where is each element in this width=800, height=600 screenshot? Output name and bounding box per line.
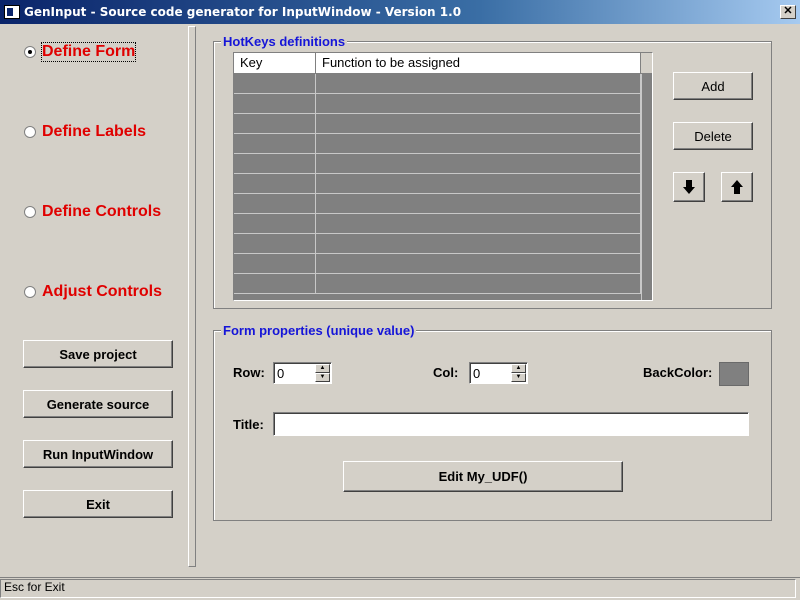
col-spin-buttons[interactable]: ▲ ▼ [511, 364, 526, 382]
table-row[interactable] [234, 234, 641, 254]
cell-function[interactable] [316, 94, 641, 114]
status-bar: Esc for Exit [0, 577, 800, 598]
cell-function[interactable] [316, 134, 641, 154]
add-hotkey-button[interactable]: Add [673, 72, 753, 100]
cell-key[interactable] [234, 154, 316, 174]
hotkeys-group-title: HotKeys definitions [221, 34, 348, 49]
cell-key[interactable] [234, 234, 316, 254]
cell-key[interactable] [234, 74, 316, 94]
spin-down-icon[interactable]: ▼ [315, 373, 330, 382]
table-row[interactable] [234, 114, 641, 134]
backcolor-swatch[interactable] [719, 362, 749, 386]
radio-label: Define Form [40, 42, 137, 62]
move-up-button[interactable] [721, 172, 753, 202]
cell-function[interactable] [316, 194, 641, 214]
app-icon [4, 5, 20, 19]
grid-line [641, 74, 642, 300]
table-row[interactable] [234, 274, 641, 294]
col-label: Col: [433, 365, 459, 380]
cell-function[interactable] [316, 174, 641, 194]
radio-define-form[interactable]: Define Form [24, 42, 137, 62]
radio-label: Define Labels [42, 123, 147, 140]
column-header-key[interactable]: Key [234, 53, 316, 74]
cell-function[interactable] [316, 234, 641, 254]
cell-key[interactable] [234, 274, 316, 294]
delete-hotkey-button[interactable]: Delete [673, 122, 753, 150]
radio-define-controls[interactable]: Define Controls [24, 203, 161, 221]
radio-label: Define Controls [42, 203, 162, 220]
cell-key[interactable] [234, 94, 316, 114]
radio-indicator[interactable] [24, 126, 36, 138]
exit-button[interactable]: Exit [23, 490, 173, 518]
cell-key[interactable] [234, 174, 316, 194]
row-input[interactable] [277, 364, 315, 382]
table-row[interactable] [234, 74, 641, 94]
title-label: Title: [233, 417, 264, 432]
col-input[interactable] [473, 364, 511, 382]
radio-indicator[interactable] [24, 206, 36, 218]
title-input[interactable] [274, 413, 748, 435]
cell-function[interactable] [316, 154, 641, 174]
cell-key[interactable] [234, 134, 316, 154]
radio-indicator[interactable] [24, 46, 36, 58]
vertical-splitter[interactable] [188, 26, 196, 567]
form-properties-group-title: Form properties (unique value) [221, 323, 417, 338]
cell-function[interactable] [316, 274, 641, 294]
backcolor-label: BackColor: [643, 365, 713, 380]
cell-key[interactable] [234, 214, 316, 234]
hotkeys-table[interactable]: Key Function to be assigned [233, 52, 653, 301]
radio-define-labels[interactable]: Define Labels [24, 123, 146, 141]
status-text: Esc for Exit [4, 580, 65, 594]
run-inputwindow-button[interactable]: Run InputWindow [23, 440, 173, 468]
save-project-button[interactable]: Save project [23, 340, 173, 368]
status-panel [0, 579, 796, 598]
arrow-up-icon [731, 180, 743, 194]
table-body [234, 74, 641, 294]
row-label: Row: [233, 365, 265, 380]
column-header-filler [641, 53, 652, 74]
col-spinner[interactable]: ▲ ▼ [469, 362, 528, 384]
radio-indicator[interactable] [24, 286, 36, 298]
title-bar: GenInput - Source code generator for Inp… [0, 0, 800, 24]
spin-down-icon[interactable]: ▼ [511, 373, 526, 382]
table-row[interactable] [234, 174, 641, 194]
radio-label: Adjust Controls [42, 283, 162, 300]
table-row[interactable] [234, 134, 641, 154]
row-spinner[interactable]: ▲ ▼ [273, 362, 332, 384]
radio-adjust-controls[interactable]: Adjust Controls [24, 283, 162, 301]
edit-udf-button[interactable]: Edit My_UDF() [343, 461, 623, 492]
move-down-button[interactable] [673, 172, 705, 202]
arrow-down-icon [683, 180, 695, 194]
row-spin-buttons[interactable]: ▲ ▼ [315, 364, 330, 382]
table-row[interactable] [234, 94, 641, 114]
cell-key[interactable] [234, 194, 316, 214]
cell-function[interactable] [316, 214, 641, 234]
table-header: Key Function to be assigned [234, 53, 652, 74]
table-row[interactable] [234, 254, 641, 274]
cell-key[interactable] [234, 254, 316, 274]
spin-up-icon[interactable]: ▲ [511, 364, 526, 373]
cell-function[interactable] [316, 254, 641, 274]
generate-source-button[interactable]: Generate source [23, 390, 173, 418]
table-row[interactable] [234, 194, 641, 214]
cell-function[interactable] [316, 74, 641, 94]
column-header-function[interactable]: Function to be assigned [316, 53, 641, 74]
close-button[interactable]: ✕ [780, 5, 796, 19]
spin-up-icon[interactable]: ▲ [315, 364, 330, 373]
table-row[interactable] [234, 154, 641, 174]
table-row[interactable] [234, 214, 641, 234]
window-title: GenInput - Source code generator for Inp… [24, 5, 462, 19]
cell-key[interactable] [234, 114, 316, 134]
title-field[interactable] [273, 412, 749, 436]
cell-function[interactable] [316, 114, 641, 134]
